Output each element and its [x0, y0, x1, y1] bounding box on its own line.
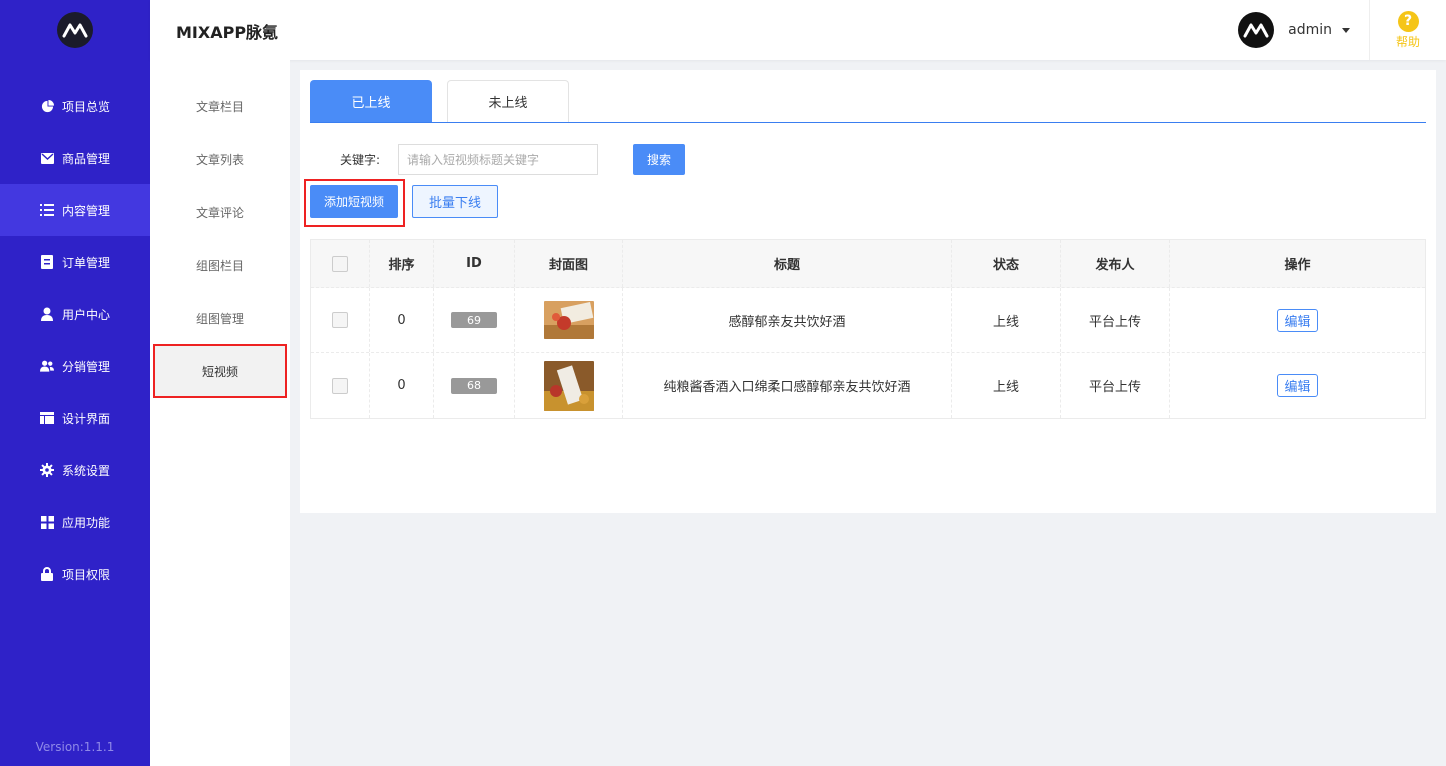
table-row: 0 69 感醇郁亲友共饮好酒 上线 平台上传 编辑 [311, 288, 1425, 353]
subnav-item-gallery-manage[interactable]: 组图管理 [150, 293, 290, 343]
tab-offline[interactable]: 未上线 [447, 80, 569, 122]
logo-icon [57, 12, 93, 48]
actions-cell: 编辑 [1170, 288, 1425, 352]
sidebar-item-label: 商品管理 [62, 151, 111, 166]
cover-image [543, 301, 594, 339]
sidebar-item-permissions[interactable]: 项目权限 [0, 548, 150, 600]
cover-cell [515, 353, 623, 418]
header-publisher: 发布人 [1061, 240, 1170, 287]
search-button[interactable]: 搜索 [633, 144, 685, 175]
sidebar-item-label: 项目总览 [62, 99, 111, 114]
edit-button[interactable]: 编辑 [1277, 374, 1318, 397]
subnav-item-article-columns[interactable]: 文章栏目 [150, 81, 290, 131]
keyword-label: 关键字: [340, 153, 381, 167]
tab-online[interactable]: 已上线 [310, 80, 432, 122]
gear-icon [40, 463, 54, 477]
subnav-item-short-video[interactable]: 短视频 [153, 344, 287, 398]
version-label: Version:1.1.1 [35, 740, 115, 754]
header-sort: 排序 [370, 240, 434, 287]
sidebar-item-products[interactable]: 商品管理 [0, 132, 150, 184]
sort-cell: 0 [370, 353, 434, 418]
main-content: 已上线 未上线 关键字: 搜索 添加短视频 批量下线 排序 ID 封面图 标题 … [300, 70, 1436, 513]
sidebar-item-distribution[interactable]: 分销管理 [0, 340, 150, 392]
sidebar-item-label: 分销管理 [62, 359, 111, 374]
envelope-icon [40, 151, 54, 165]
sidebar-item-label: 设计界面 [62, 411, 111, 426]
header-cover: 封面图 [515, 240, 623, 287]
sidebar: 项目总览 商品管理 内容管理 订单管理 用户中心 分销管理 设计界面 系统设置 [0, 0, 150, 766]
help-button[interactable]: ? 帮助 [1369, 0, 1446, 60]
video-table: 排序 ID 封面图 标题 状态 发布人 操作 0 69 感醇郁亲友共饮好酒 上线… [310, 239, 1426, 419]
header-id: ID [434, 240, 515, 287]
header-actions: 操作 [1284, 258, 1311, 273]
search-input[interactable] [398, 144, 598, 175]
sidebar-item-label: 项目权限 [62, 567, 111, 582]
subnav-item-gallery-columns[interactable]: 组图栏目 [150, 240, 290, 290]
sidebar-item-content[interactable]: 内容管理 [0, 184, 150, 236]
sidebar-item-users[interactable]: 用户中心 [0, 288, 150, 340]
edit-button[interactable]: 编辑 [1277, 308, 1318, 332]
row-select-cell [311, 353, 370, 418]
sidebar-item-orders[interactable]: 订单管理 [0, 236, 150, 288]
id-badge: 69 [451, 312, 497, 328]
user-menu[interactable]: admin [1238, 10, 1350, 50]
status-tabs: 已上线 未上线 [310, 80, 1426, 123]
sidebar-item-settings[interactable]: 系统设置 [0, 444, 150, 496]
header-status: 状态 [952, 240, 1061, 287]
publisher-cell: 平台上传 [1061, 353, 1170, 418]
actions-cell: 编辑 [1170, 353, 1425, 418]
sort-cell: 0 [370, 288, 434, 352]
row-select-cell [311, 288, 370, 352]
id-badge: 68 [451, 377, 497, 394]
avatar [1238, 12, 1275, 48]
sidebar-item-apps[interactable]: 应用功能 [0, 496, 150, 548]
top-header: MIXAPP脉氪 admin ? 帮助 [150, 0, 1446, 60]
logo [0, 0, 150, 60]
pie-chart-icon [40, 99, 54, 113]
question-icon: ? [1397, 10, 1419, 32]
table-header-row: 排序 ID 封面图 标题 状态 发布人 操作 [311, 240, 1425, 288]
subnav-item-article-list[interactable]: 文章列表 [150, 134, 290, 184]
app-title: MIXAPP脉氪 [176, 23, 279, 42]
row-checkbox[interactable] [332, 312, 348, 328]
table-row: 0 68 纯粮酱香酒入口绵柔口感醇郁亲友共饮好酒 上线 平台上传 编辑 [311, 353, 1425, 418]
chevron-down-icon [1342, 27, 1350, 33]
sidebar-item-overview[interactable]: 项目总览 [0, 80, 150, 132]
subnav-item-article-comments[interactable]: 文章评论 [150, 187, 290, 237]
title-cell: 纯粮酱香酒入口绵柔口感醇郁亲友共饮好酒 [623, 353, 952, 418]
sidebar-item-label: 系统设置 [62, 463, 111, 478]
users-icon [40, 359, 54, 373]
status-cell: 上线 [952, 353, 1061, 418]
id-cell: 69 [434, 288, 515, 352]
layout-icon [40, 411, 54, 425]
sidebar-item-label: 应用功能 [62, 515, 111, 530]
list-icon [40, 203, 54, 217]
select-all-checkbox[interactable] [332, 255, 348, 272]
sub-nav: 文章栏目 文章列表 文章评论 组图栏目 组图管理 短视频 [150, 60, 290, 766]
username: admin [1288, 22, 1332, 38]
title-cell: 感醇郁亲友共饮好酒 [623, 288, 952, 352]
help-label: 帮助 [1395, 34, 1420, 49]
header-title: 标题 [623, 240, 952, 287]
grid-icon [40, 515, 54, 529]
document-icon [40, 255, 54, 269]
user-icon [40, 307, 54, 321]
sidebar-item-label: 用户中心 [62, 307, 111, 322]
add-video-button[interactable]: 添加短视频 [310, 185, 398, 218]
sidebar-item-label: 订单管理 [62, 255, 111, 270]
publisher-cell: 平台上传 [1061, 288, 1170, 352]
cover-image [543, 360, 594, 411]
row-checkbox[interactable] [332, 377, 348, 394]
sidebar-item-label: 内容管理 [62, 203, 111, 218]
sidebar-item-design[interactable]: 设计界面 [0, 392, 150, 444]
cover-cell [515, 288, 623, 352]
lock-icon [40, 567, 54, 581]
status-cell: 上线 [952, 288, 1061, 352]
id-cell: 68 [434, 353, 515, 418]
main-nav: 项目总览 商品管理 内容管理 订单管理 用户中心 分销管理 设计界面 系统设置 [0, 80, 150, 600]
header-select-cell [311, 240, 370, 287]
batch-offline-button[interactable]: 批量下线 [412, 185, 498, 218]
